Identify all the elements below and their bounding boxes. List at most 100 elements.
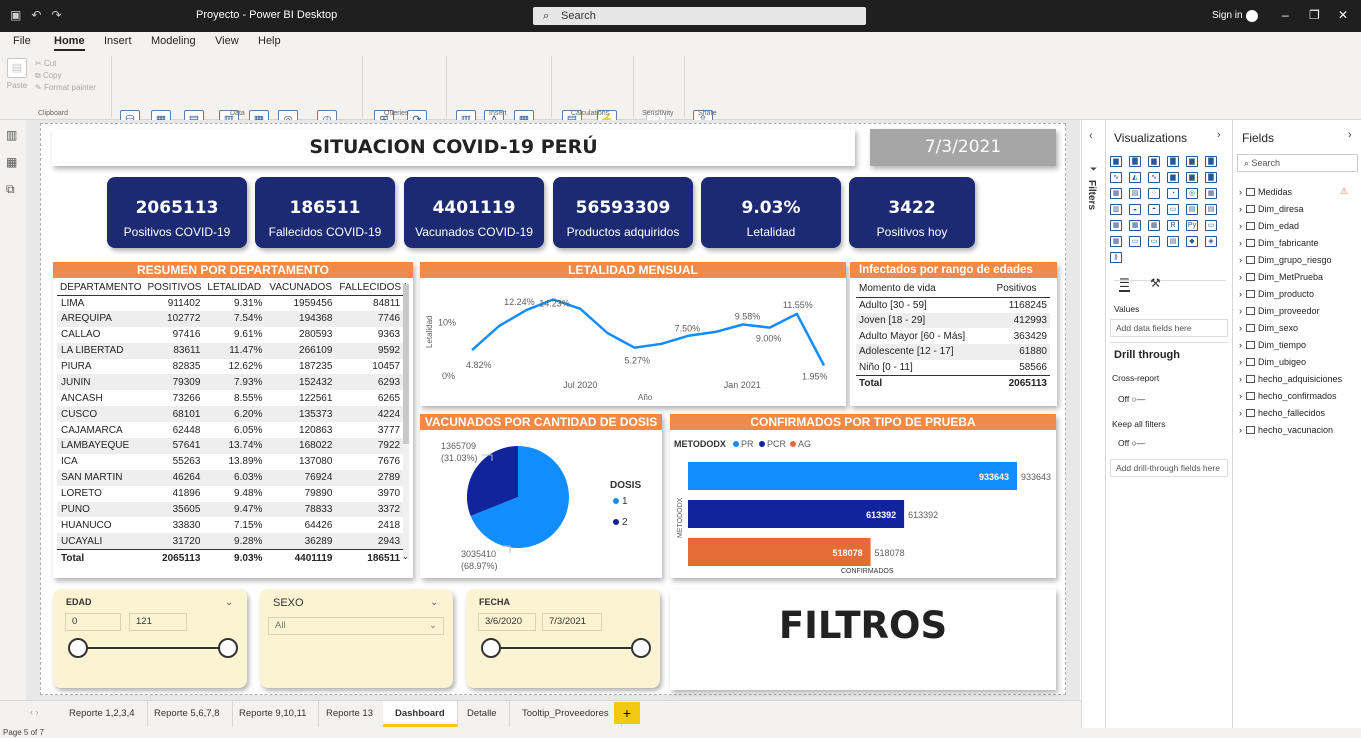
visual-type-icon[interactable]: ▦: [1205, 188, 1217, 199]
visual-type-icon[interactable]: ▇: [1205, 156, 1217, 167]
visual-type-icon[interactable]: ▤: [1186, 204, 1198, 215]
edad-slider-low-handle[interactable]: [68, 638, 88, 658]
search-box[interactable]: ⌕ Search: [533, 7, 866, 25]
kpi-card[interactable]: 2065113 Positivos COVID-19: [107, 177, 247, 248]
page-tab[interactable]: Reporte 13: [314, 701, 387, 727]
table-row[interactable]: LAMBAYEQUE 57641 13.74% 168022 7922: [57, 438, 405, 454]
kpi-card[interactable]: 186511 Fallecidos COVID-19: [255, 177, 395, 248]
table-row[interactable]: CAJAMARCA 62448 6.05% 120863 3777: [57, 422, 404, 438]
field-table-item[interactable]: › Dim_fabricante: [1239, 238, 1319, 248]
visual-type-icon[interactable]: ▇: [1205, 172, 1217, 183]
menu-insert[interactable]: Insert: [104, 35, 132, 47]
paste-button[interactable]: ▤ Paste: [2, 58, 32, 90]
fields-search-input[interactable]: ⌕ Search: [1237, 154, 1358, 172]
table-row[interactable]: Niño [0 - 11] 58566: [856, 360, 1050, 376]
field-table-item[interactable]: › hecho_confirmados: [1239, 391, 1337, 401]
data-view-icon[interactable]: ▦: [6, 155, 17, 169]
account-avatar[interactable]: [1246, 10, 1258, 22]
chevron-right-icon[interactable]: ›: [1348, 129, 1352, 141]
page-tab[interactable]: Reporte 5,6,7,8: [142, 701, 233, 727]
visual-type-icon[interactable]: ⟫: [1110, 252, 1122, 263]
menu-file[interactable]: File: [13, 35, 31, 47]
visual-type-icon[interactable]: ▭: [1205, 220, 1217, 231]
sexo-slicer[interactable]: SEXO ⌄ All ⌄: [260, 589, 453, 688]
table-row[interactable]: ICA 55263 13.89% 137080 7676: [57, 454, 404, 470]
table-row[interactable]: LIMA 911402 9.31% 1959456 84811: [57, 295, 404, 311]
edad-slider-track[interactable]: [78, 647, 228, 649]
column-header[interactable]: DEPARTAMENTO: [57, 281, 145, 296]
cut-button[interactable]: ✂ Cut: [35, 58, 96, 70]
kpi-card[interactable]: 56593309 Productos adquiridos: [553, 177, 693, 248]
column-header[interactable]: Positivos: [993, 281, 1050, 298]
visual-type-icon[interactable]: ◈: [1205, 236, 1217, 247]
column-header[interactable]: LETALIDAD: [204, 281, 267, 296]
add-data-fields-well[interactable]: Add data fields here: [1110, 319, 1228, 337]
visual-type-icon[interactable]: ◎: [1186, 188, 1198, 199]
kpi-card[interactable]: 4401119 Vacunados COVID-19: [404, 177, 544, 248]
chevron-left-icon[interactable]: ‹: [1089, 130, 1093, 142]
field-table-item[interactable]: › Dim_sexo: [1239, 323, 1298, 333]
visual-type-icon[interactable]: ▆: [1167, 172, 1179, 183]
visual-type-icon[interactable]: ◓: [1148, 204, 1160, 215]
visual-type-icon[interactable]: ◆: [1186, 236, 1198, 247]
visual-type-icon[interactable]: ▦: [1110, 188, 1122, 199]
table-row[interactable]: LORETO 41896 9.48% 79890 3970: [57, 486, 404, 502]
column-header[interactable]: FALLECIDOS: [336, 281, 405, 296]
visual-type-icon[interactable]: ▭: [1129, 236, 1141, 247]
visual-type-icon[interactable]: ◒: [1129, 204, 1141, 215]
field-table-item[interactable]: › Dim_tiempo: [1239, 340, 1306, 350]
visual-type-icon[interactable]: ◔: [1167, 188, 1179, 199]
fecha-slider-high-handle[interactable]: [631, 638, 651, 658]
column-header[interactable]: Momento de vida: [856, 281, 994, 298]
field-table-item[interactable]: › Dim_edad: [1239, 221, 1299, 231]
visual-type-icon[interactable]: ▤: [1205, 204, 1217, 215]
quick-access-icons[interactable]: ▣↶↷: [10, 8, 71, 22]
visual-type-icon[interactable]: ▦: [1129, 220, 1141, 231]
table-row[interactable]: PUNO 35605 9.47% 78833 3372: [57, 501, 405, 518]
fecha-slider-track[interactable]: [491, 647, 641, 649]
report-view-icon[interactable]: ▥: [6, 128, 17, 142]
scroll-down-icon[interactable]: ⌄: [402, 552, 409, 561]
visual-type-icon[interactable]: ▆: [1148, 156, 1160, 167]
field-table-item[interactable]: › Medidas: [1239, 187, 1292, 197]
table-row[interactable]: Adulto Mayor [60 - Más] 363429: [856, 328, 1050, 344]
table-row[interactable]: CALLAO 97416 9.61% 280593 9363: [57, 327, 404, 343]
format-tab-icon[interactable]: ⚒: [1150, 276, 1161, 290]
page-tab[interactable]: Reporte 9,10,11: [227, 701, 320, 727]
visual-type-icon[interactable]: ◭: [1129, 172, 1141, 183]
visual-type-icon[interactable]: ▤: [1167, 236, 1179, 247]
vacunados-pie-chart[interactable]: VACUNADOS POR CANTIDAD DE DOSIS 3035410(…: [420, 414, 662, 578]
visual-type-icon[interactable]: ▆: [1186, 156, 1198, 167]
table-row[interactable]: UCAYALI 31720 9.28% 36289 2943: [57, 533, 405, 550]
table-scrollbar[interactable]: [403, 284, 409, 559]
close-icon[interactable]: ✕: [1338, 8, 1348, 22]
table-row[interactable]: Adolescente [12 - 17] 61880: [856, 344, 1050, 360]
table-row[interactable]: JUNIN 79309 7.93% 152432 6293: [57, 374, 405, 391]
visual-type-icon[interactable]: ▇: [1167, 156, 1179, 167]
age-range-table[interactable]: Infectados por rango de edades Momento d…: [850, 262, 1057, 406]
edad-min-input[interactable]: 0: [65, 613, 121, 631]
column-header[interactable]: POSITIVOS: [144, 281, 205, 296]
visual-type-icon[interactable]: ∿: [1148, 172, 1160, 183]
field-table-item[interactable]: › hecho_fallecidos: [1239, 408, 1325, 418]
table-row[interactable]: CUSCO 68101 6.20% 135373 4224: [57, 406, 405, 423]
chevron-down-icon[interactable]: ⌄: [430, 597, 438, 608]
cross-report-toggle[interactable]: Off ○―: [1118, 394, 1145, 404]
add-drill-fields-well[interactable]: Add drill-through fields here: [1110, 459, 1228, 477]
visual-type-icon[interactable]: ▆: [1110, 156, 1122, 167]
visual-type-icon[interactable]: ▦: [1110, 236, 1122, 247]
field-table-item[interactable]: › Dim_ubigeo: [1239, 357, 1306, 367]
table-row[interactable]: Joven [18 - 29] 412993: [856, 312, 1050, 329]
table-row[interactable]: ANCASH 73266 8.55% 122561 6265: [57, 390, 404, 406]
keep-filters-toggle[interactable]: Off ○―: [1118, 438, 1145, 448]
visual-type-icon[interactable]: R: [1167, 220, 1179, 231]
page-tab[interactable]: Detalle: [455, 701, 510, 727]
kpi-card[interactable]: 9.03% Letalidad: [701, 177, 841, 248]
field-table-item[interactable]: › hecho_vacunacion: [1239, 425, 1333, 435]
sexo-dropdown[interactable]: All ⌄: [268, 617, 444, 635]
field-table-item[interactable]: › Dim_diresa: [1239, 204, 1304, 214]
page-tab[interactable]: Tooltip_Proveedores: [510, 701, 622, 727]
table-row[interactable]: AREQUIPA 102772 7.54% 194368 7746: [57, 310, 405, 327]
visual-type-icon[interactable]: ▥: [1110, 204, 1122, 215]
confirmados-bar-chart[interactable]: CONFIRMADOS POR TIPO DE PRUEBA METODODX P…: [670, 414, 1056, 578]
